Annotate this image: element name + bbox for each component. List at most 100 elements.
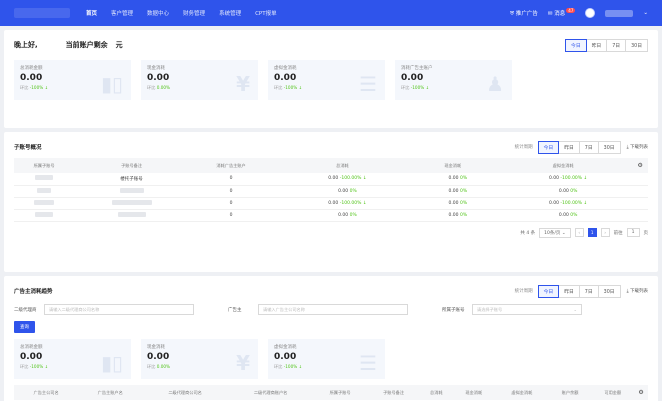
list-icon: ☰ xyxy=(359,72,377,96)
subaccount-card: 子账号概况 统计周期 今日 昨日 7日 30日 ⤓ 下载列表 所属子账号 子账号… xyxy=(4,132,658,272)
period-7d[interactable]: 7日 xyxy=(578,284,599,298)
col-cash[interactable]: 现金消耗 xyxy=(411,158,494,173)
balance-unit: 元 xyxy=(115,41,123,49)
period-label: 统计周期 xyxy=(514,289,533,294)
virtual-pct: 0% xyxy=(570,188,578,194)
arrow-down-icon: ↓ xyxy=(362,176,367,182)
nav-data-center[interactable]: 数据中心 xyxy=(147,9,169,17)
message-icon: ✉ xyxy=(547,11,553,17)
agent-search-input[interactable]: 请输入二级代理商公司名称 xyxy=(44,304,194,315)
col-header[interactable]: 广告主公司名 xyxy=(14,385,79,400)
subaccount-select[interactable]: 请选择子账号 ⌄ xyxy=(472,304,582,315)
virtual-value: 0.00 xyxy=(558,188,569,194)
period-yesterday[interactable]: 昨日 xyxy=(558,140,580,154)
top-navbar: 首页 客户管理 数据中心 财务管理 系统管理 CPT报单 ⛨ 推广广告 ✉ 消息… xyxy=(0,0,662,26)
stat-compare-value: 0.00% xyxy=(156,364,171,369)
col-header[interactable]: 所属子账号 xyxy=(313,385,367,400)
page-number[interactable]: 1 xyxy=(587,228,597,237)
col-header[interactable]: 可用金额 xyxy=(591,385,635,400)
bar-chart-icon: ▮▯ xyxy=(100,72,123,96)
user-icon: ♟ xyxy=(486,72,504,96)
col-header[interactable]: 账户余额 xyxy=(548,385,592,400)
col-header[interactable]: 虚拟金消耗 xyxy=(495,385,549,400)
col-header[interactable]: 二级代理商公司名 xyxy=(142,385,228,400)
cash-cell: 0.00 0% xyxy=(411,185,494,198)
next-page-button[interactable]: › xyxy=(600,228,610,237)
period-30d[interactable]: 30日 xyxy=(597,140,621,154)
period-7d[interactable]: 7日 xyxy=(606,38,627,52)
total-value: 0.00 xyxy=(338,188,349,194)
query-button[interactable]: 查询 xyxy=(14,321,35,333)
nav-system[interactable]: 系统管理 xyxy=(219,9,241,17)
period-30d[interactable]: 30日 xyxy=(625,38,648,52)
avatar[interactable] xyxy=(585,8,596,18)
period-today[interactable]: 今日 xyxy=(565,38,587,52)
virtual-pct: 0% xyxy=(570,212,578,218)
period-today[interactable]: 今日 xyxy=(537,284,560,298)
col-header[interactable]: 总消耗 xyxy=(420,385,453,400)
username xyxy=(605,9,634,17)
goto-input[interactable]: 1 xyxy=(626,228,640,237)
period-yesterday[interactable]: 昨日 xyxy=(585,38,608,52)
messages-link[interactable]: ✉ 消息47 xyxy=(547,8,576,17)
brand-logo[interactable] xyxy=(14,8,70,18)
col-header[interactable]: 子账号备注 xyxy=(366,385,421,400)
col-virtual[interactable]: 虚拟金消耗 xyxy=(493,158,633,173)
section-title: 子账号概况 xyxy=(14,145,42,151)
advertiser-search-input[interactable]: 请输入广告主公司名称 xyxy=(258,304,408,315)
gear-icon[interactable]: ⚙ xyxy=(634,385,648,400)
cash-value: 0.00 xyxy=(448,200,459,206)
arrow-down-icon: ↓ xyxy=(298,364,303,369)
page-size-select[interactable]: 10条/页 ⌄ xyxy=(539,227,571,238)
col-header[interactable]: 现金消耗 xyxy=(452,385,496,400)
filter-label: 二级代理商 xyxy=(14,307,37,313)
arrow-down-icon: ↓ xyxy=(583,176,588,182)
period-7d[interactable]: 7日 xyxy=(578,140,599,154)
stat-compare-label: 环比 xyxy=(147,364,156,369)
col-header[interactable]: 二级代理商账户名 xyxy=(227,385,314,400)
download-button[interactable]: ⤓ 下载列表 xyxy=(627,288,648,294)
nav-home[interactable]: 首页 xyxy=(86,9,97,17)
col-header[interactable]: 广告主账户名 xyxy=(78,385,143,400)
stat-cash: 现金消耗 0.00 环比 0.00% ¥ xyxy=(141,60,258,100)
bar-chart-icon: ▮▯ xyxy=(100,351,123,375)
chevron-down-icon[interactable]: ⌄ xyxy=(643,10,648,16)
download-button[interactable]: ⤓ 下载列表 xyxy=(627,144,648,150)
arrow-down-icon: ↓ xyxy=(583,200,588,206)
cash-cell: 0.00 0% xyxy=(411,173,494,186)
subaccount-remark: 楼托子账号 xyxy=(74,173,189,186)
period-today[interactable]: 今日 xyxy=(537,140,560,154)
ad-platform-label: 推广广告 xyxy=(515,10,538,17)
stat-compare-label: 环比 xyxy=(274,85,283,90)
stat-total: 总消耗金额 0.00 环比 -100% ↓ ▮▯ xyxy=(14,60,131,100)
filter-label: 广告主 xyxy=(228,307,242,313)
stat-virtual: 虚拟金消耗 0.00 环比 -100% ↓ ☰ xyxy=(268,339,385,379)
stat-label: 虚拟金消耗 xyxy=(274,66,297,71)
nav-finance[interactable]: 财务管理 xyxy=(183,9,205,17)
subaccount-remark xyxy=(111,199,152,205)
stat-compare-label: 环比 xyxy=(401,85,410,90)
virtual-value: 0.00 xyxy=(558,212,569,218)
col-remark[interactable]: 子账号备注 xyxy=(74,158,189,173)
trend-table: 广告主公司名 广告主账户名 二级代理商公司名 二级代理商账户名 所属子账号 子账… xyxy=(14,385,648,400)
yen-icon: ¥ xyxy=(236,351,250,375)
nav-customers[interactable]: 客户管理 xyxy=(111,9,133,17)
nav-cpt[interactable]: CPT报单 xyxy=(255,9,277,17)
shield-icon: ⛨ xyxy=(510,10,515,17)
col-total[interactable]: 总消耗 xyxy=(273,158,412,173)
stat-cash: 现金消耗 0.00 环比 0.00% ¥ xyxy=(141,339,258,379)
prev-page-button[interactable]: ‹ xyxy=(574,228,584,237)
table-row: 0 0.00 -100.00% ↓ 0.00 0% 0.00 -100.00% … xyxy=(14,197,648,210)
trend-card: 广告主消耗趋势 统计周期 今日 昨日 7日 30日 ⤓ 下载列表 二级代理商 请… xyxy=(4,276,658,401)
period-yesterday[interactable]: 昨日 xyxy=(558,284,580,298)
ad-platform-link[interactable]: ⛨ 推广广告 xyxy=(510,9,538,18)
stat-compare-value: 0.00% xyxy=(156,85,171,90)
total-count: 共 4 条 xyxy=(520,230,536,236)
col-subaccount[interactable]: 所属子账号 xyxy=(14,158,75,173)
topbar-right: ⛨ 推广广告 ✉ 消息47 ⌄ xyxy=(510,8,648,18)
period-30d[interactable]: 30日 xyxy=(597,284,621,298)
cash-pct: 0% xyxy=(459,200,468,206)
col-accounts[interactable]: 消耗广告主账户 xyxy=(188,158,274,173)
gear-icon[interactable]: ⚙ xyxy=(632,158,648,173)
chevron-down-icon: ⌄ xyxy=(561,230,566,236)
